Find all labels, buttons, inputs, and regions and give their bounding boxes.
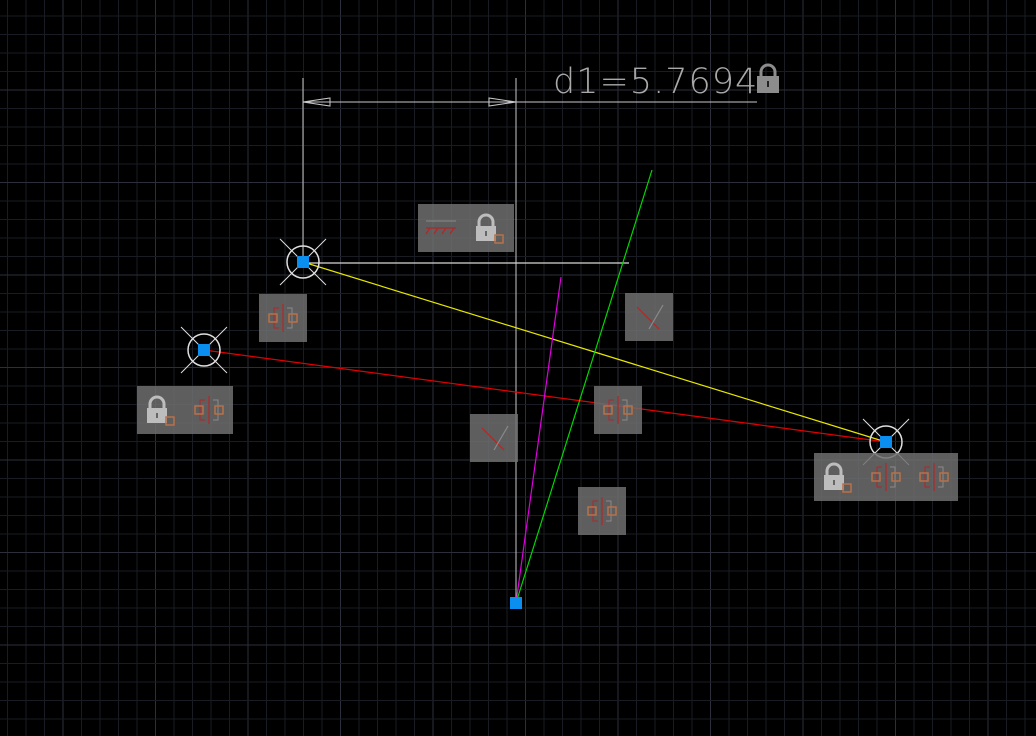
- grip-point[interactable]: [880, 436, 892, 448]
- dimension-label[interactable]: d1=5.7694: [553, 62, 758, 102]
- grip-point[interactable]: [510, 597, 522, 609]
- constraint-bar[interactable]: [470, 414, 518, 462]
- constraint-bar[interactable]: [137, 386, 233, 434]
- constraint-bar-background: [625, 293, 673, 341]
- grip-point[interactable]: [198, 344, 210, 356]
- cad-viewport[interactable]: d1=5.7694: [0, 0, 1036, 736]
- constraint-bar[interactable]: [259, 294, 307, 342]
- constraint-bar[interactable]: [814, 453, 958, 501]
- constraint-bar[interactable]: [578, 487, 626, 535]
- constraint-bar[interactable]: [418, 204, 514, 252]
- constraint-bar[interactable]: [594, 386, 642, 434]
- grip-point[interactable]: [297, 256, 309, 268]
- grid: [0, 0, 1036, 736]
- constraint-bar-background: [470, 414, 518, 462]
- constraint-bar[interactable]: [625, 293, 673, 341]
- magenta-line[interactable]: [515, 276, 562, 604]
- dimension-lock-icon[interactable]: [757, 63, 779, 93]
- drawing-canvas[interactable]: d1=5.7694: [0, 0, 1036, 736]
